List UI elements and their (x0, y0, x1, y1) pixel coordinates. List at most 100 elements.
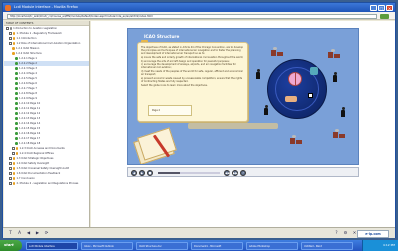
taskbar-button[interactable]: Lcdl Module Interface (26, 241, 78, 250)
body-paragraph: d) meet the needs of the peoples of the … (141, 70, 243, 77)
person-icon[interactable] (256, 69, 260, 79)
factory-icon[interactable] (271, 47, 283, 56)
rewind-button[interactable]: ◀◀ (224, 170, 230, 176)
status-dot-icon (12, 182, 15, 185)
expand-toggle-icon[interactable] (9, 37, 12, 40)
start-button[interactable]: start (0, 240, 22, 251)
help-button[interactable]: ? (240, 170, 246, 176)
body-paragraph: b) encourage the arts of aircraft design… (141, 59, 230, 63)
status-dot-icon (12, 172, 15, 175)
progress-fill (158, 172, 180, 174)
status-dot-icon (12, 167, 15, 170)
title-bar: Lcdl Module Interface - Mozilla Firefox … (3, 3, 395, 12)
status-dot-icon (15, 142, 18, 145)
text-panel-footer: Page 2 (148, 105, 192, 116)
status-dot-icon (15, 62, 18, 65)
help-icon[interactable]: ? (333, 230, 340, 236)
url-input[interactable]: http://localhost/ic_wiki/lmod/_cd/course… (7, 13, 377, 19)
close-button[interactable]: × (386, 4, 393, 11)
expand-toggle-icon[interactable] (9, 157, 12, 160)
expand-toggle-icon[interactable] (9, 42, 12, 45)
status-dot-icon (15, 112, 18, 115)
expand-toggle-icon[interactable] (12, 152, 15, 155)
window-controls: _ □ × (370, 4, 393, 11)
module-toolbar: T A ◀ ▶ ⟳ ? ⚙ ✕ e-lp.com (3, 227, 395, 238)
scroll-ribbon (188, 123, 278, 129)
font-icon[interactable]: A (16, 230, 23, 236)
expand-toggle-icon[interactable] (6, 27, 9, 30)
taskbar-button[interactable]: Document1 - Microsoft (191, 241, 243, 250)
taskbar: start Lcdl Module Interface Inbox - Micro… (0, 240, 398, 251)
status-dot-icon (15, 92, 18, 95)
status-dot-icon (15, 132, 18, 135)
body-paragraph: The objectives of ICAO, as stated in Art… (141, 46, 243, 56)
status-dot-icon (15, 97, 18, 100)
refresh-icon[interactable]: ⟳ (43, 230, 50, 236)
expand-toggle-icon[interactable] (9, 177, 12, 180)
factory-icon[interactable] (328, 49, 340, 58)
text-size-icon[interactable]: T (7, 230, 14, 236)
dice-icon[interactable] (308, 93, 313, 98)
next-icon[interactable]: ▶ (34, 230, 41, 236)
stop-button[interactable]: ■ (147, 170, 153, 176)
body-paragraph: e) prevent economic waste caused by unre… (141, 76, 243, 83)
thumbs-up-icon[interactable] (310, 67, 318, 75)
status-dot-icon (12, 52, 15, 55)
expand-toggle-icon[interactable] (9, 172, 12, 175)
taskbar-button[interactable]: ICAO Structure.doc (136, 241, 188, 250)
expand-toggle-icon[interactable] (9, 182, 12, 185)
system-tray: 4:12 PM (362, 240, 398, 251)
content-area: ICAO Structure The objectives of ICAO, a… (91, 21, 395, 227)
flash-stage: ICAO Structure The objectives of ICAO, a… (127, 28, 359, 165)
minimize-button[interactable]: _ (370, 4, 377, 11)
status-dot-icon (15, 127, 18, 130)
sidebar-item-label: 2. Module 2 - Legislation and Regulation… (16, 182, 79, 185)
taskbar-button[interactable]: Inbox - Microsoft Outlook (81, 241, 133, 250)
status-dot-icon (12, 157, 15, 160)
brand-logo: e-lp.com (357, 229, 389, 238)
factory-icon[interactable] (333, 129, 345, 138)
status-dot-icon (15, 122, 18, 125)
factory-icon[interactable] (290, 135, 302, 144)
back-icon[interactable]: ◀ (25, 230, 32, 236)
expand-toggle-icon[interactable] (9, 167, 12, 170)
settings-icon[interactable]: ⚙ (342, 230, 349, 236)
firefox-icon (5, 4, 11, 11)
previous-button[interactable]: ◀ (131, 170, 137, 176)
status-dot-icon (15, 102, 18, 105)
peace-sign-icon[interactable] (288, 72, 302, 86)
expand-toggle-icon[interactable] (9, 32, 12, 35)
taskbar-button[interactable]: Untitled - Paint (301, 241, 353, 250)
status-dot-icon (15, 72, 18, 75)
expand-toggle-icon[interactable] (12, 147, 15, 150)
handshake-icon[interactable] (285, 96, 297, 102)
status-dot-icon (12, 47, 15, 50)
text-paragraphs: The objectives of ICAO, as stated in Art… (141, 46, 244, 87)
player-controls: ◀ ▶ ■ ◀◀ ▶▶ ? (127, 167, 359, 177)
status-dot-icon (15, 117, 18, 120)
status-dot-icon (15, 77, 18, 80)
progress-bar[interactable] (158, 172, 220, 174)
forward-button[interactable]: ▶▶ (232, 170, 238, 176)
person-icon[interactable] (264, 105, 268, 115)
status-dot-icon (12, 177, 15, 180)
taskbar-button[interactable]: Adobe Photoshop (246, 241, 298, 250)
body-paragraph: c) encourage the development of airways,… (141, 63, 236, 70)
sidebar-item[interactable]: 2. Module 2 - Legislation and Regulation… (4, 181, 89, 186)
maximize-button[interactable]: □ (378, 4, 385, 11)
status-dot-icon (12, 32, 15, 35)
status-dot-icon (15, 137, 18, 140)
status-dot-icon (15, 57, 18, 60)
person-icon[interactable] (333, 72, 337, 82)
clock: 4:12 PM (382, 243, 395, 247)
text-panel: The objectives of ICAO, as stated in Art… (137, 42, 248, 122)
status-dot-icon (15, 107, 18, 110)
status-dot-icon (15, 87, 18, 90)
status-dot-icon (15, 147, 18, 150)
go-icon[interactable] (380, 13, 389, 19)
person-icon[interactable] (341, 107, 345, 117)
browser-window: Lcdl Module Interface - Mozilla Firefox … (2, 2, 396, 238)
expand-toggle-icon[interactable] (9, 162, 12, 165)
play-button[interactable]: ▶ (139, 170, 145, 176)
nav-list: Introduction to Aviation Legislation 1. M… (4, 26, 89, 186)
